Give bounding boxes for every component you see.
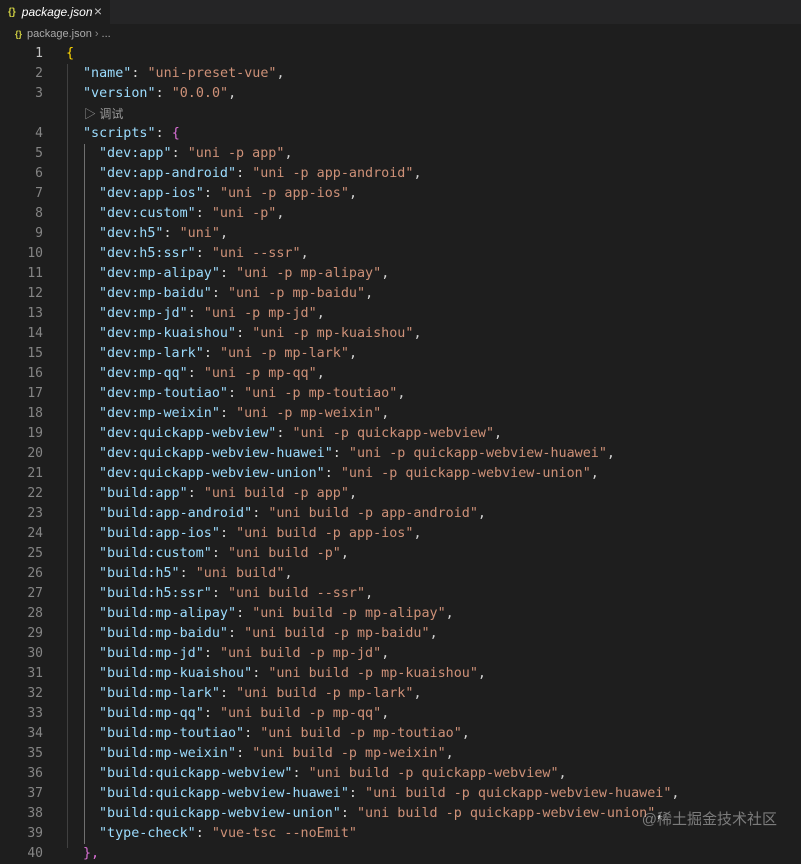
line-number: 30 bbox=[27, 646, 43, 661]
code-line: "build:mp-jd": "uni build -p mp-jd", bbox=[99, 646, 390, 661]
code-line: "dev:mp-weixin": "uni -p mp-weixin", bbox=[99, 406, 390, 421]
line-number: 20 bbox=[27, 446, 43, 461]
line-number: 11 bbox=[27, 266, 43, 281]
indent-guide bbox=[67, 64, 68, 848]
code-line: "name": "uni-preset-vue", bbox=[83, 66, 285, 81]
line-number: 38 bbox=[27, 806, 43, 821]
line-number: 39 bbox=[27, 826, 43, 841]
code-line: "dev:mp-lark": "uni -p mp-lark", bbox=[99, 346, 357, 361]
line-number: 22 bbox=[27, 486, 43, 501]
chevron-right-icon: › bbox=[94, 28, 99, 40]
line-number: 34 bbox=[27, 726, 43, 741]
breadcrumb-rest[interactable]: ... bbox=[102, 28, 111, 40]
line-number: 12 bbox=[27, 286, 43, 301]
code-line: "build:mp-baidu": "uni build -p mp-baidu… bbox=[99, 626, 438, 641]
code-editor[interactable]: 1 2 3 4 5 6 7 8 9 10 11 12 13 14 15 16 17 18 19 20 21 22 23 24 2… bbox=[0, 44, 801, 861]
line-number: 4 bbox=[35, 126, 43, 141]
json-file-icon: {} bbox=[8, 6, 16, 18]
code-line: "build:app-android": "uni build -p app-a… bbox=[99, 506, 486, 521]
code-line: "build:custom": "uni build -p", bbox=[99, 546, 349, 561]
code-line-open-brace: { bbox=[66, 46, 75, 61]
line-number: 25 bbox=[27, 546, 43, 561]
code-line: "build:mp-lark": "uni build -p mp-lark", bbox=[99, 686, 422, 701]
code-line: "dev:app-ios": "uni -p app-ios", bbox=[99, 186, 357, 201]
line-number: 13 bbox=[27, 306, 43, 321]
line-number: 19 bbox=[27, 426, 43, 441]
code-line: "dev:mp-kuaishou": "uni -p mp-kuaishou", bbox=[99, 326, 422, 341]
code-line: "build:app-ios": "uni build -p app-ios", bbox=[99, 526, 422, 541]
code-line: "dev:app-android": "uni -p app-android", bbox=[99, 166, 422, 181]
code-line: "dev:quickapp-webview-huawei": "uni -p q… bbox=[99, 446, 615, 461]
line-number: 7 bbox=[35, 186, 43, 201]
code-line: "build:mp-alipay": "uni build -p mp-alip… bbox=[99, 606, 454, 621]
line-number: 37 bbox=[27, 786, 43, 801]
breadcrumb: {} package.json › ... bbox=[0, 24, 801, 44]
line-number: 27 bbox=[27, 586, 43, 601]
code-line: "build:h5:ssr": "uni build --ssr", bbox=[99, 586, 374, 601]
debug-codelens[interactable]: ▷ 调试 bbox=[84, 105, 123, 123]
code-line: "dev:mp-toutiao": "uni -p mp-toutiao", bbox=[99, 386, 406, 401]
code-line: "dev:h5:ssr": "uni --ssr", bbox=[99, 246, 309, 261]
line-number: 28 bbox=[27, 606, 43, 621]
line-number: 9 bbox=[35, 226, 43, 241]
line-number: 16 bbox=[27, 366, 43, 381]
close-icon[interactable]: × bbox=[94, 3, 102, 19]
code-line: "build:mp-kuaishou": "uni build -p mp-ku… bbox=[99, 666, 486, 681]
code-line: "dev:app": "uni -p app", bbox=[99, 146, 293, 161]
code-line: "dev:custom": "uni -p", bbox=[99, 206, 285, 221]
line-number: 40 bbox=[27, 846, 43, 861]
line-number: 23 bbox=[27, 506, 43, 521]
line-number: 35 bbox=[27, 746, 43, 761]
code-line: "type-check": "vue-tsc --noEmit" bbox=[99, 826, 357, 841]
line-number: 36 bbox=[27, 766, 43, 781]
code-line: "build:quickapp-webview-union": "uni bui… bbox=[99, 806, 664, 821]
line-number: 26 bbox=[27, 566, 43, 581]
code-line: "build:app": "uni build -p app", bbox=[99, 486, 357, 501]
line-number: 17 bbox=[27, 386, 43, 401]
line-number: 29 bbox=[27, 626, 43, 641]
tab-bar: {} package.json × bbox=[0, 0, 801, 24]
line-number: 10 bbox=[27, 246, 43, 261]
code-line: "dev:mp-baidu": "uni -p mp-baidu", bbox=[99, 286, 374, 301]
watermark: @稀土掘金技术社区 bbox=[641, 811, 777, 828]
tab-package-json[interactable]: {} package.json × bbox=[0, 0, 110, 24]
json-file-icon: {} bbox=[15, 29, 23, 39]
code-line-close-brace: }, bbox=[83, 846, 100, 861]
breadcrumb-file[interactable]: package.json bbox=[27, 28, 92, 40]
line-number: 15 bbox=[27, 346, 43, 361]
indent-guide-active bbox=[84, 144, 85, 844]
line-number: 24 bbox=[27, 526, 43, 541]
line-number: 5 bbox=[35, 146, 43, 161]
line-number: 18 bbox=[27, 406, 43, 421]
code-line: "build:quickapp-webview": "uni build -p … bbox=[99, 766, 567, 781]
line-number: 14 bbox=[27, 326, 43, 341]
code-line-scripts: "scripts": { bbox=[83, 126, 180, 141]
code-line: "dev:quickapp-webview": "uni -p quickapp… bbox=[99, 426, 503, 441]
line-number: 6 bbox=[35, 166, 43, 181]
code-line: "dev:mp-alipay": "uni -p mp-alipay", bbox=[99, 266, 390, 281]
line-number: 8 bbox=[35, 206, 43, 221]
tab-label: package.json bbox=[21, 5, 93, 19]
code-line: "dev:mp-qq": "uni -p mp-qq", bbox=[99, 366, 325, 381]
line-number: 33 bbox=[27, 706, 43, 721]
code-line: "build:h5": "uni build", bbox=[99, 566, 293, 581]
code-line: "dev:h5": "uni", bbox=[99, 226, 228, 241]
line-number: 32 bbox=[27, 686, 43, 701]
line-number: 21 bbox=[27, 466, 43, 481]
line-number: 31 bbox=[27, 666, 43, 681]
code-line: "dev:mp-jd": "uni -p mp-jd", bbox=[99, 306, 325, 321]
line-number: 3 bbox=[35, 86, 43, 101]
code-line: "build:mp-qq": "uni build -p mp-qq", bbox=[99, 706, 390, 721]
line-number: 1 bbox=[35, 46, 43, 61]
code-line: "build:quickapp-webview-huawei": "uni bu… bbox=[99, 786, 680, 801]
code-line: "dev:quickapp-webview-union": "uni -p qu… bbox=[99, 466, 599, 481]
code-line: "build:mp-weixin": "uni build -p mp-weix… bbox=[99, 746, 454, 761]
line-number: 2 bbox=[35, 66, 43, 81]
code-line: "version": "0.0.0", bbox=[83, 86, 237, 101]
code-line: "build:mp-toutiao": "uni build -p mp-tou… bbox=[99, 726, 470, 741]
